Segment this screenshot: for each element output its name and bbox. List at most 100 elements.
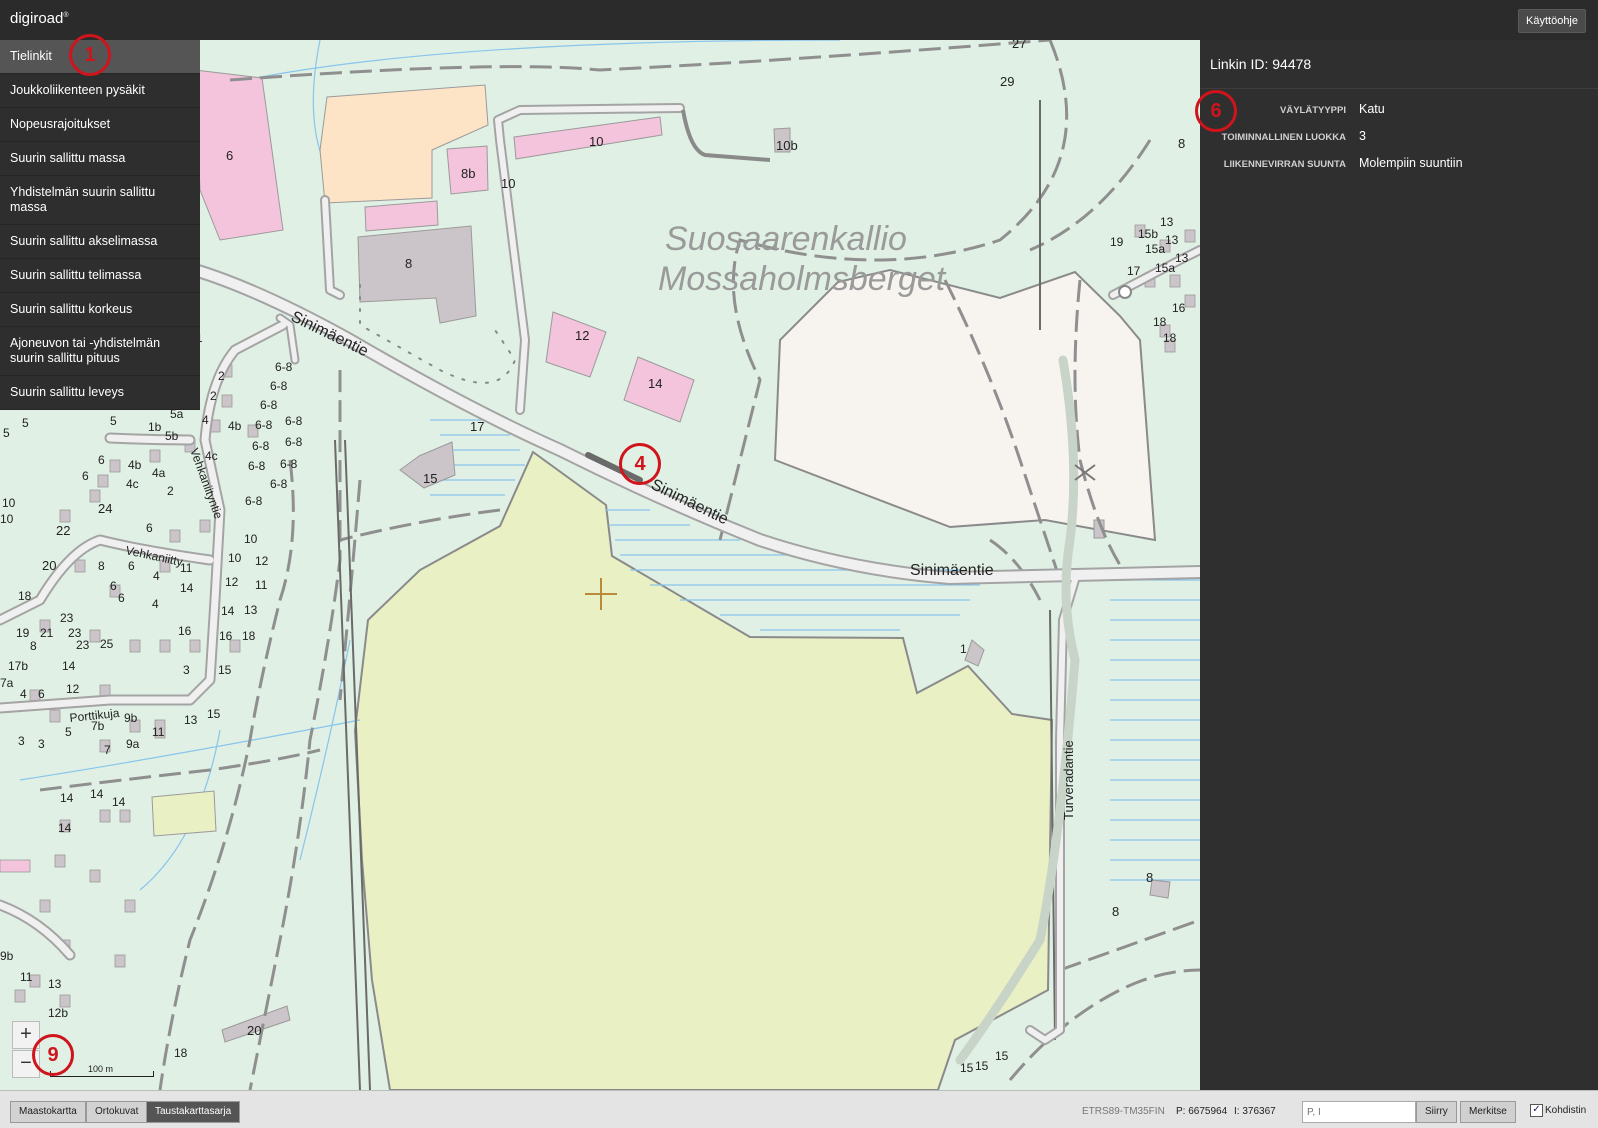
- crosshair-label: Kohdistin: [1545, 1105, 1587, 1116]
- coordinate-p: P: 6675964: [1176, 1106, 1228, 1117]
- house-number-label: 10: [2, 496, 16, 510]
- house-number-label: 14: [180, 581, 194, 595]
- house-number-label: 4c: [126, 477, 139, 491]
- top-bar: digiroad® Käyttöohje: [0, 0, 1598, 40]
- house-number-label: 23: [76, 638, 90, 652]
- house-number-label: 4: [153, 569, 160, 583]
- house-number-label: 14: [648, 376, 662, 391]
- menu-item-korkeus[interactable]: Suurin sallittu korkeus: [0, 293, 200, 327]
- house-number-label: 8: [405, 256, 412, 271]
- house-number-label: 16: [1172, 301, 1186, 315]
- house-number-label: 6-8: [260, 398, 278, 412]
- house-number-label: 6: [110, 579, 117, 593]
- house-number-label: 6-8: [270, 379, 288, 393]
- house-number-label: 17: [470, 419, 484, 434]
- side-panel: Linkin ID: 94478 VÄYLÄTYYPPI Katu TOIMIN…: [1200, 40, 1598, 1090]
- house-number-label: 11: [180, 561, 193, 575]
- house-number-label: 15: [423, 471, 437, 486]
- menu-item-yhdistelman-massa[interactable]: Yhdistelmän suurin sallittu massa: [0, 176, 200, 225]
- annotation-marker-1: 1: [69, 34, 111, 76]
- house-number-label: 5: [3, 426, 10, 440]
- house-number-label: 4b: [228, 419, 242, 433]
- menu-item-akselimassa[interactable]: Suurin sallittu akselimassa: [0, 225, 200, 259]
- menu-item-leveys[interactable]: Suurin sallittu leveys: [0, 376, 200, 410]
- property-value: Katu: [1359, 102, 1385, 116]
- house-number-label: 11: [255, 578, 268, 592]
- house-number-label: 23: [60, 611, 74, 625]
- house-number-label: 8b: [461, 166, 475, 181]
- coordinate-input[interactable]: [1302, 1101, 1416, 1123]
- house-number-label: 15a: [1145, 242, 1165, 256]
- house-number-label: 17: [1127, 264, 1141, 278]
- house-number-label: 5: [22, 416, 29, 430]
- house-number-label: 15: [960, 1061, 974, 1075]
- annotation-marker-9: 9: [32, 1034, 74, 1076]
- rock-area: [773, 268, 1157, 542]
- house-number-label: 16: [178, 624, 192, 638]
- house-number-label: 19: [1110, 235, 1124, 249]
- house-number-label: 10: [244, 532, 258, 546]
- property-value: Molempiin suuntiin: [1359, 156, 1463, 170]
- house-number-label: 5: [65, 725, 72, 739]
- house-number-label: 20: [42, 558, 56, 573]
- menu-item-pituus[interactable]: Ajoneuvon tai -yhdistelmän suurin sallit…: [0, 327, 200, 376]
- house-number-label: 3: [18, 734, 25, 748]
- house-number-label: 11: [152, 725, 165, 739]
- house-number-label: 5: [110, 414, 117, 428]
- background-button-ortokuvat[interactable]: Ortokuvat: [86, 1101, 148, 1123]
- house-number-label: 13: [184, 713, 198, 727]
- house-number-label: 6-8: [275, 360, 293, 374]
- house-number-label: 6: [226, 148, 233, 163]
- house-number-label: 10: [501, 176, 515, 191]
- house-number-label: 12: [66, 682, 80, 696]
- crs-label: ETRS89-TM35FIN: [1082, 1106, 1165, 1117]
- property-row-liikennevirran-suunta: LIIKENNEVIRRAN SUUNTA Molempiin suuntiin: [1200, 156, 1598, 176]
- house-number-label: 4a: [152, 466, 166, 480]
- panel-divider: [1200, 88, 1598, 89]
- house-number-label: 18: [18, 589, 32, 603]
- street-label: Sinimäentie: [288, 308, 371, 360]
- house-number-label: 7: [104, 743, 111, 757]
- property-label: VÄYLÄTYYPPI: [1280, 105, 1346, 116]
- house-number-label: 18: [174, 1046, 188, 1060]
- house-number-label: 6-8: [248, 459, 266, 473]
- house-number-label: 24: [98, 501, 112, 516]
- house-number-label: 4: [20, 687, 27, 701]
- menu-item-joukkoliikenteen-pysakit[interactable]: Joukkoliikenteen pysäkit: [0, 74, 200, 108]
- property-label: TOIMINNALLINEN LUOKKA: [1221, 132, 1346, 143]
- background-button-taustakarttasarja[interactable]: Taustakarttasarja: [146, 1101, 241, 1123]
- house-number-label: 6: [118, 591, 125, 605]
- house-number-label: 9a: [126, 737, 140, 751]
- house-number-label: 15b: [1138, 227, 1158, 241]
- house-number-label: 11: [20, 970, 33, 984]
- help-button[interactable]: Käyttöohje: [1518, 9, 1586, 33]
- menu-item-suurin-sallittu-massa[interactable]: Suurin sallittu massa: [0, 142, 200, 176]
- road-end-node: [1118, 285, 1132, 299]
- house-number-label: 19: [16, 626, 30, 640]
- house-number-label: 10: [0, 512, 14, 526]
- forest-area: [353, 450, 1054, 1090]
- house-number-label: 14: [58, 821, 72, 835]
- property-value: 3: [1359, 129, 1366, 143]
- menu-item-nopeusrajoitukset[interactable]: Nopeusrajoitukset: [0, 108, 200, 142]
- house-number-label: 15: [995, 1049, 1009, 1063]
- bottom-bar: Maastokartta Ortokuvat Taustakarttasarja…: [0, 1090, 1598, 1128]
- house-number-label: 1: [960, 642, 967, 656]
- house-number-label: 6-8: [245, 494, 263, 508]
- house-number-label: 6: [82, 469, 89, 483]
- digiroad-logo[interactable]: digiroad®: [10, 10, 69, 27]
- mark-button[interactable]: Merkitse: [1460, 1101, 1516, 1123]
- menu-item-telimassa[interactable]: Suurin sallittu telimassa: [0, 259, 200, 293]
- house-number-label: 9b: [124, 711, 138, 725]
- house-number-label: 10: [589, 134, 603, 149]
- background-button-maastokartta[interactable]: Maastokartta: [10, 1101, 86, 1123]
- crosshair-checkbox[interactable]: ✓: [1530, 1104, 1543, 1117]
- house-number-label: 2: [218, 369, 225, 383]
- house-number-label: 6-8: [255, 418, 273, 432]
- house-number-label: 13: [1175, 251, 1189, 265]
- go-button[interactable]: Siirry: [1416, 1101, 1457, 1123]
- house-number-label: 10: [228, 551, 242, 565]
- house-number-label: 6-8: [285, 435, 303, 449]
- property-row-toiminnallinen-luokka: TOIMINNALLINEN LUOKKA 3: [1200, 129, 1598, 149]
- house-number-label: 6-8: [280, 457, 298, 471]
